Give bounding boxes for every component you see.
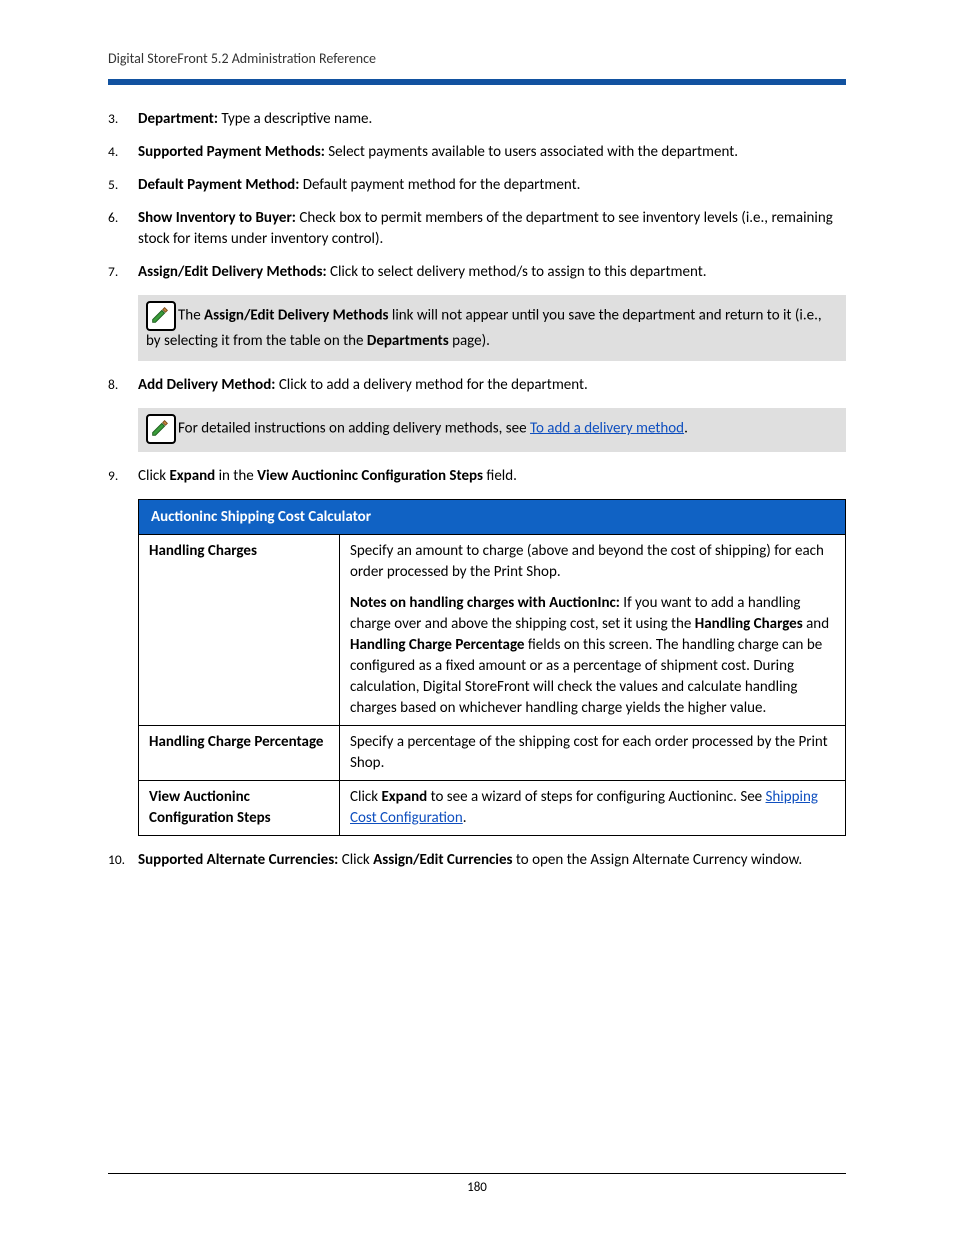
table-row: View Auctioninc Configuration Steps Clic…: [139, 780, 846, 835]
item-text: Click: [338, 851, 373, 869]
pencil-icon: [146, 414, 176, 444]
item-label: Department:: [138, 110, 218, 128]
row-paragraph: Specify an amount to charge (above and b…: [350, 541, 835, 583]
table-row: Handling Charges Specify an amount to ch…: [139, 534, 846, 725]
list-item: 8. Add Delivery Method: Click to add a d…: [108, 375, 846, 396]
row-content: Click Expand to see a wizard of steps fo…: [340, 780, 846, 835]
list-item: 6. Show Inventory to Buyer: Check box to…: [108, 208, 846, 250]
item-number: 6.: [108, 208, 138, 250]
pencil-icon: [146, 301, 176, 331]
list-item: 9. Click Expand in the View Auctioninc C…: [108, 466, 846, 487]
item-text: in the: [215, 467, 257, 485]
item-text: Type a descriptive name.: [218, 110, 372, 128]
item-label: Add Delivery Method:: [138, 376, 275, 394]
row-bold: Expand: [381, 788, 427, 806]
item-label: Default Payment Method:: [138, 176, 299, 194]
item-bold: Expand: [169, 467, 215, 485]
row-text: and: [803, 615, 829, 633]
note-callout: For detailed instructions on adding deli…: [138, 408, 846, 452]
row-text: to see a wizard of steps for configuring…: [427, 788, 765, 806]
page-header: Digital StoreFront 5.2 Administration Re…: [108, 50, 846, 67]
list-item: 7. Assign/Edit Delivery Methods: Click t…: [108, 262, 846, 283]
numbered-list: 10. Supported Alternate Currencies: Clic…: [108, 850, 846, 871]
header-rule: [108, 79, 846, 85]
item-number: 10.: [108, 850, 138, 871]
list-item: 10. Supported Alternate Currencies: Clic…: [108, 850, 846, 871]
footer-rule: [108, 1173, 846, 1174]
item-text: field.: [483, 467, 517, 485]
callout-text: page).: [449, 332, 490, 350]
page: Digital StoreFront 5.2 Administration Re…: [0, 0, 954, 1235]
row-text: Click: [350, 788, 381, 806]
row-paragraph: Notes on handling charges with AuctionIn…: [350, 593, 835, 719]
list-item: 5. Default Payment Method: Default payme…: [108, 175, 846, 196]
item-label: Supported Payment Methods:: [138, 143, 325, 161]
callout-text: The: [178, 307, 204, 325]
item-number: 5.: [108, 175, 138, 196]
table-title: Auctioninc Shipping Cost Calculator: [139, 499, 846, 534]
row-content: Specify a percentage of the shipping cos…: [340, 725, 846, 780]
item-number: 4.: [108, 142, 138, 163]
item-text: Click to add a delivery method for the d…: [275, 376, 587, 394]
note-callout: The Assign/Edit Delivery Methods link wi…: [138, 295, 846, 361]
item-label: Assign/Edit Delivery Methods:: [138, 263, 327, 281]
row-label: Handling Charges: [139, 534, 340, 725]
numbered-list: 3. Department: Type a descriptive name. …: [108, 109, 846, 283]
item-number: 9.: [108, 466, 138, 487]
item-number: 7.: [108, 262, 138, 283]
item-text: Default payment method for the departmen…: [299, 176, 580, 194]
numbered-list: 8. Add Delivery Method: Click to add a d…: [108, 375, 846, 396]
numbered-list: 9. Click Expand in the View Auctioninc C…: [108, 466, 846, 487]
row-label: View Auctioninc Configuration Steps: [139, 780, 340, 835]
row-text: .: [463, 809, 467, 827]
row-bold: Handling Charges: [695, 615, 803, 633]
row-bold: Handling Charge Percentage: [350, 636, 524, 654]
callout-bold: Assign/Edit Delivery Methods: [204, 307, 388, 325]
item-text: Click to select delivery method/s to ass…: [327, 263, 707, 281]
page-number: 180: [467, 1180, 487, 1195]
item-text: to open the Assign Alternate Currency wi…: [513, 851, 803, 869]
table-row: Handling Charge Percentage Specify a per…: [139, 725, 846, 780]
row-content: Specify an amount to charge (above and b…: [340, 534, 846, 725]
item-number: 3.: [108, 109, 138, 130]
item-number: 8.: [108, 375, 138, 396]
list-item: 3. Department: Type a descriptive name.: [108, 109, 846, 130]
page-footer: 180: [0, 1173, 954, 1195]
item-bold: Assign/Edit Currencies: [373, 851, 512, 869]
list-item: 4. Supported Payment Methods: Select pay…: [108, 142, 846, 163]
callout-text: .: [684, 419, 688, 437]
item-label: Supported Alternate Currencies:: [138, 851, 338, 869]
add-delivery-method-link[interactable]: To add a delivery method: [530, 419, 684, 437]
callout-text: For detailed instructions on adding deli…: [178, 419, 530, 437]
item-label: Show Inventory to Buyer:: [138, 209, 296, 227]
row-label: Handling Charge Percentage: [139, 725, 340, 780]
auctioninc-table: Auctioninc Shipping Cost Calculator Hand…: [138, 499, 846, 836]
row-bold: Notes on handling charges with AuctionIn…: [350, 594, 620, 612]
item-bold: View Auctioninc Configuration Steps: [257, 467, 483, 485]
item-text: Select payments available to users assoc…: [325, 143, 738, 161]
item-text: Click: [138, 467, 169, 485]
callout-bold: Departments: [367, 332, 449, 350]
